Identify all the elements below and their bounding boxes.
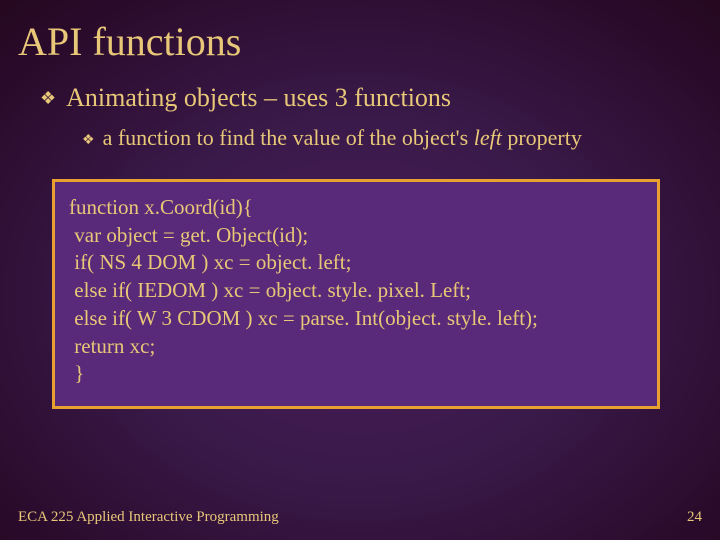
sub-bullet-text: a function to find the value of the obje… [103,125,582,151]
diamond-bullet-icon: ❖ [40,89,56,107]
sub-text-suffix: property [502,125,582,150]
code-line: else if( W 3 CDOM ) xc = parse. Int(obje… [69,305,643,333]
slide-number: 24 [687,509,702,526]
slide-title: API functions [0,0,720,65]
diamond-bullet-icon: ❖ [82,134,95,148]
code-line: if( NS 4 DOM ) xc = object. left; [69,249,643,277]
sub-text-prefix: a function to find the value of the obje… [103,125,474,150]
sub-bullet-row: ❖ a function to find the value of the ob… [0,113,720,151]
code-line: var object = get. Object(id); [69,222,643,250]
bullet-text: Animating objects – uses 3 functions [66,83,451,113]
sub-text-italic: left [474,125,502,150]
code-line: return xc; [69,333,643,361]
code-line: function x.Coord(id){ [69,194,643,222]
code-box: function x.Coord(id){ var object = get. … [52,179,660,409]
code-line: } [69,360,643,388]
bullet-row: ❖ Animating objects – uses 3 functions [0,65,720,113]
code-line: else if( IEDOM ) xc = object. style. pix… [69,277,643,305]
footer-course: ECA 225 Applied Interactive Programming [18,509,279,526]
footer: ECA 225 Applied Interactive Programming … [18,509,702,526]
